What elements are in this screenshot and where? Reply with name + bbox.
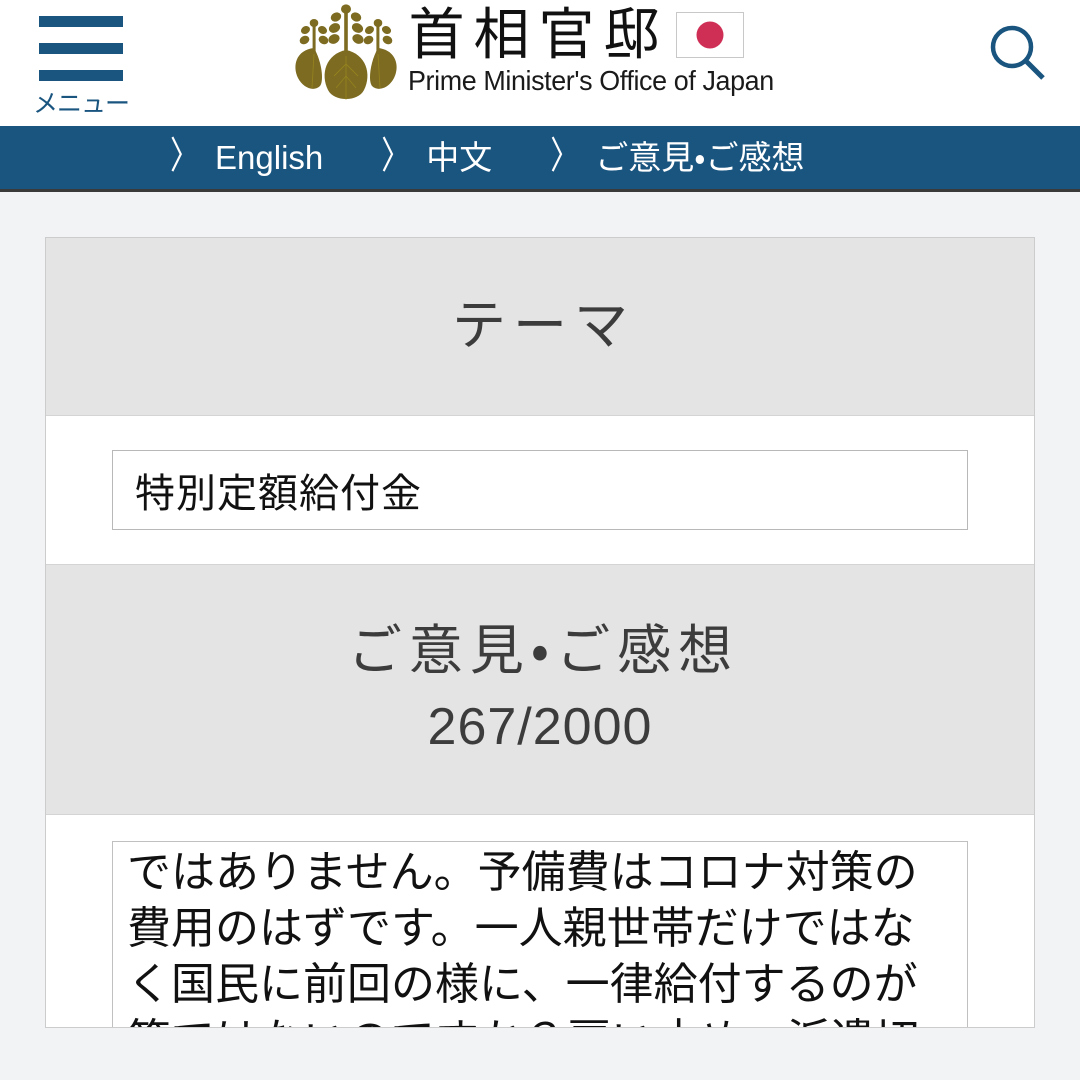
search-icon — [990, 25, 1045, 80]
chevron-right-icon: 〉 — [381, 136, 411, 178]
menu-button[interactable]: メニュー — [27, 6, 135, 117]
chevron-right-icon: 〉 — [170, 136, 200, 178]
subnav-item-english[interactable]: 〉 English — [170, 136, 324, 178]
site-title-ja: 首相官邸 — [408, 3, 669, 66]
subnav-item-label: 中文 — [426, 139, 493, 176]
chevron-right-icon: 〉 — [550, 136, 580, 178]
subnav-item-chinese[interactable]: 〉 中文 — [381, 136, 493, 178]
opinion-section-body: ではありません。予備費はコロナ対策の費用のはずです。一人親世帯だけではなく国民に… — [46, 815, 1034, 1027]
brand-link[interactable]: 首相官邸 Prime Minister's Office of Japan — [290, 4, 789, 108]
theme-section-header: テーマ — [46, 238, 1034, 416]
feedback-form-card: テーマ ご意見・ご感想 267/2000 ではありません。予備費はコロナ対策の費… — [45, 237, 1035, 1028]
language-subnav: 〉 English 〉 中文 〉 ご意見・ご感想 — [0, 126, 1080, 192]
opinion-textarea[interactable]: ではありません。予備費はコロナ対策の費用のはずです。一人親世帯だけではなく国民に… — [112, 841, 968, 1027]
subnav-items: 〉 English 〉 中文 〉 ご意見・ご感想 — [0, 136, 805, 178]
brand-text: 首相官邸 Prime Minister's Office of Japan — [408, 4, 789, 97]
theme-section-body — [46, 416, 1034, 565]
theme-input[interactable] — [112, 450, 968, 530]
site-title-en: Prime Minister's Office of Japan — [408, 65, 775, 96]
menu-button-label: メニュー — [32, 90, 130, 118]
character-counter: 267/2000 — [427, 698, 653, 757]
hamburger-icon — [39, 16, 123, 81]
subnav-item-opinion[interactable]: 〉 ご意見・ご感想 — [550, 136, 805, 178]
subnav-item-label: ご意見・ご感想 — [595, 139, 805, 176]
opinion-heading: ご意見・ご感想 — [347, 621, 740, 682]
paulownia-crest-icon — [295, 4, 398, 100]
search-button[interactable] — [978, 14, 1058, 94]
site-header: メニュー 首相官邸 Prime Minister's Office of Jap… — [0, 0, 1080, 126]
site-brand: 首相官邸 Prime Minister's Office of Japan — [0, 0, 1080, 126]
japan-flag-icon — [676, 12, 745, 58]
opinion-section-header: ご意見・ご感想 267/2000 — [46, 565, 1034, 815]
subnav-item-label: English — [215, 139, 324, 176]
brand-title-row: 首相官邸 — [408, 3, 745, 66]
page-content: テーマ ご意見・ご感想 267/2000 ではありません。予備費はコロナ対策の費… — [0, 192, 1080, 1080]
theme-heading: テーマ — [452, 296, 635, 357]
